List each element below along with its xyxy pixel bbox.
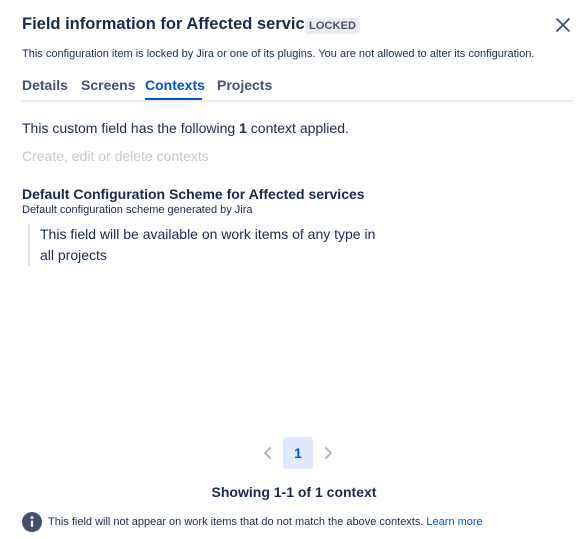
field-information-dialog: Field information for Affected services … — [0, 0, 588, 539]
footer-text: This field will not appear on work items… — [48, 516, 424, 528]
chevron-right-icon — [325, 447, 332, 459]
tab-screens[interactable]: Screens — [81, 77, 135, 93]
page-1-button[interactable]: 1 — [283, 437, 313, 469]
locked-message: This configuration item is locked by Jir… — [22, 48, 535, 60]
close-icon — [556, 18, 570, 32]
info-icon — [22, 512, 42, 532]
dialog-header: Field information for Affected services … — [22, 14, 574, 38]
chevron-left-icon — [264, 447, 271, 459]
context-count: 1 — [239, 120, 247, 136]
learn-more-link[interactable]: Learn more — [426, 516, 482, 528]
tab-details[interactable]: Details — [22, 77, 68, 93]
edit-contexts-link[interactable]: Create, edit or delete contexts — [22, 148, 209, 164]
contexts-summary: This custom field has the following 1 co… — [22, 120, 349, 136]
next-page-button[interactable] — [320, 445, 336, 461]
active-tab-indicator — [145, 98, 202, 100]
scheme-title: Default Configuration Scheme for Affecte… — [22, 186, 365, 202]
tab-list: Details Screens Contexts Projects — [22, 76, 574, 102]
previous-page-button[interactable] — [260, 445, 276, 461]
footer-note: This field will not appear on work items… — [22, 512, 483, 532]
showing-count: Showing 1-1 of 1 context — [211, 484, 377, 500]
close-button[interactable] — [552, 14, 574, 36]
locked-lozenge: LOCKED — [305, 18, 361, 34]
scheme-applicability: This field will be available on work ite… — [28, 224, 380, 266]
scheme-description: Default configuration scheme generated b… — [22, 204, 253, 216]
tab-contexts[interactable]: Contexts — [145, 77, 205, 93]
pagination: 1 — [252, 437, 342, 469]
summary-prefix: This custom field has the following — [22, 120, 236, 136]
summary-suffix: context applied. — [250, 120, 349, 136]
dialog-title: Field information for Affected services — [22, 15, 324, 33]
tab-projects[interactable]: Projects — [217, 77, 272, 93]
